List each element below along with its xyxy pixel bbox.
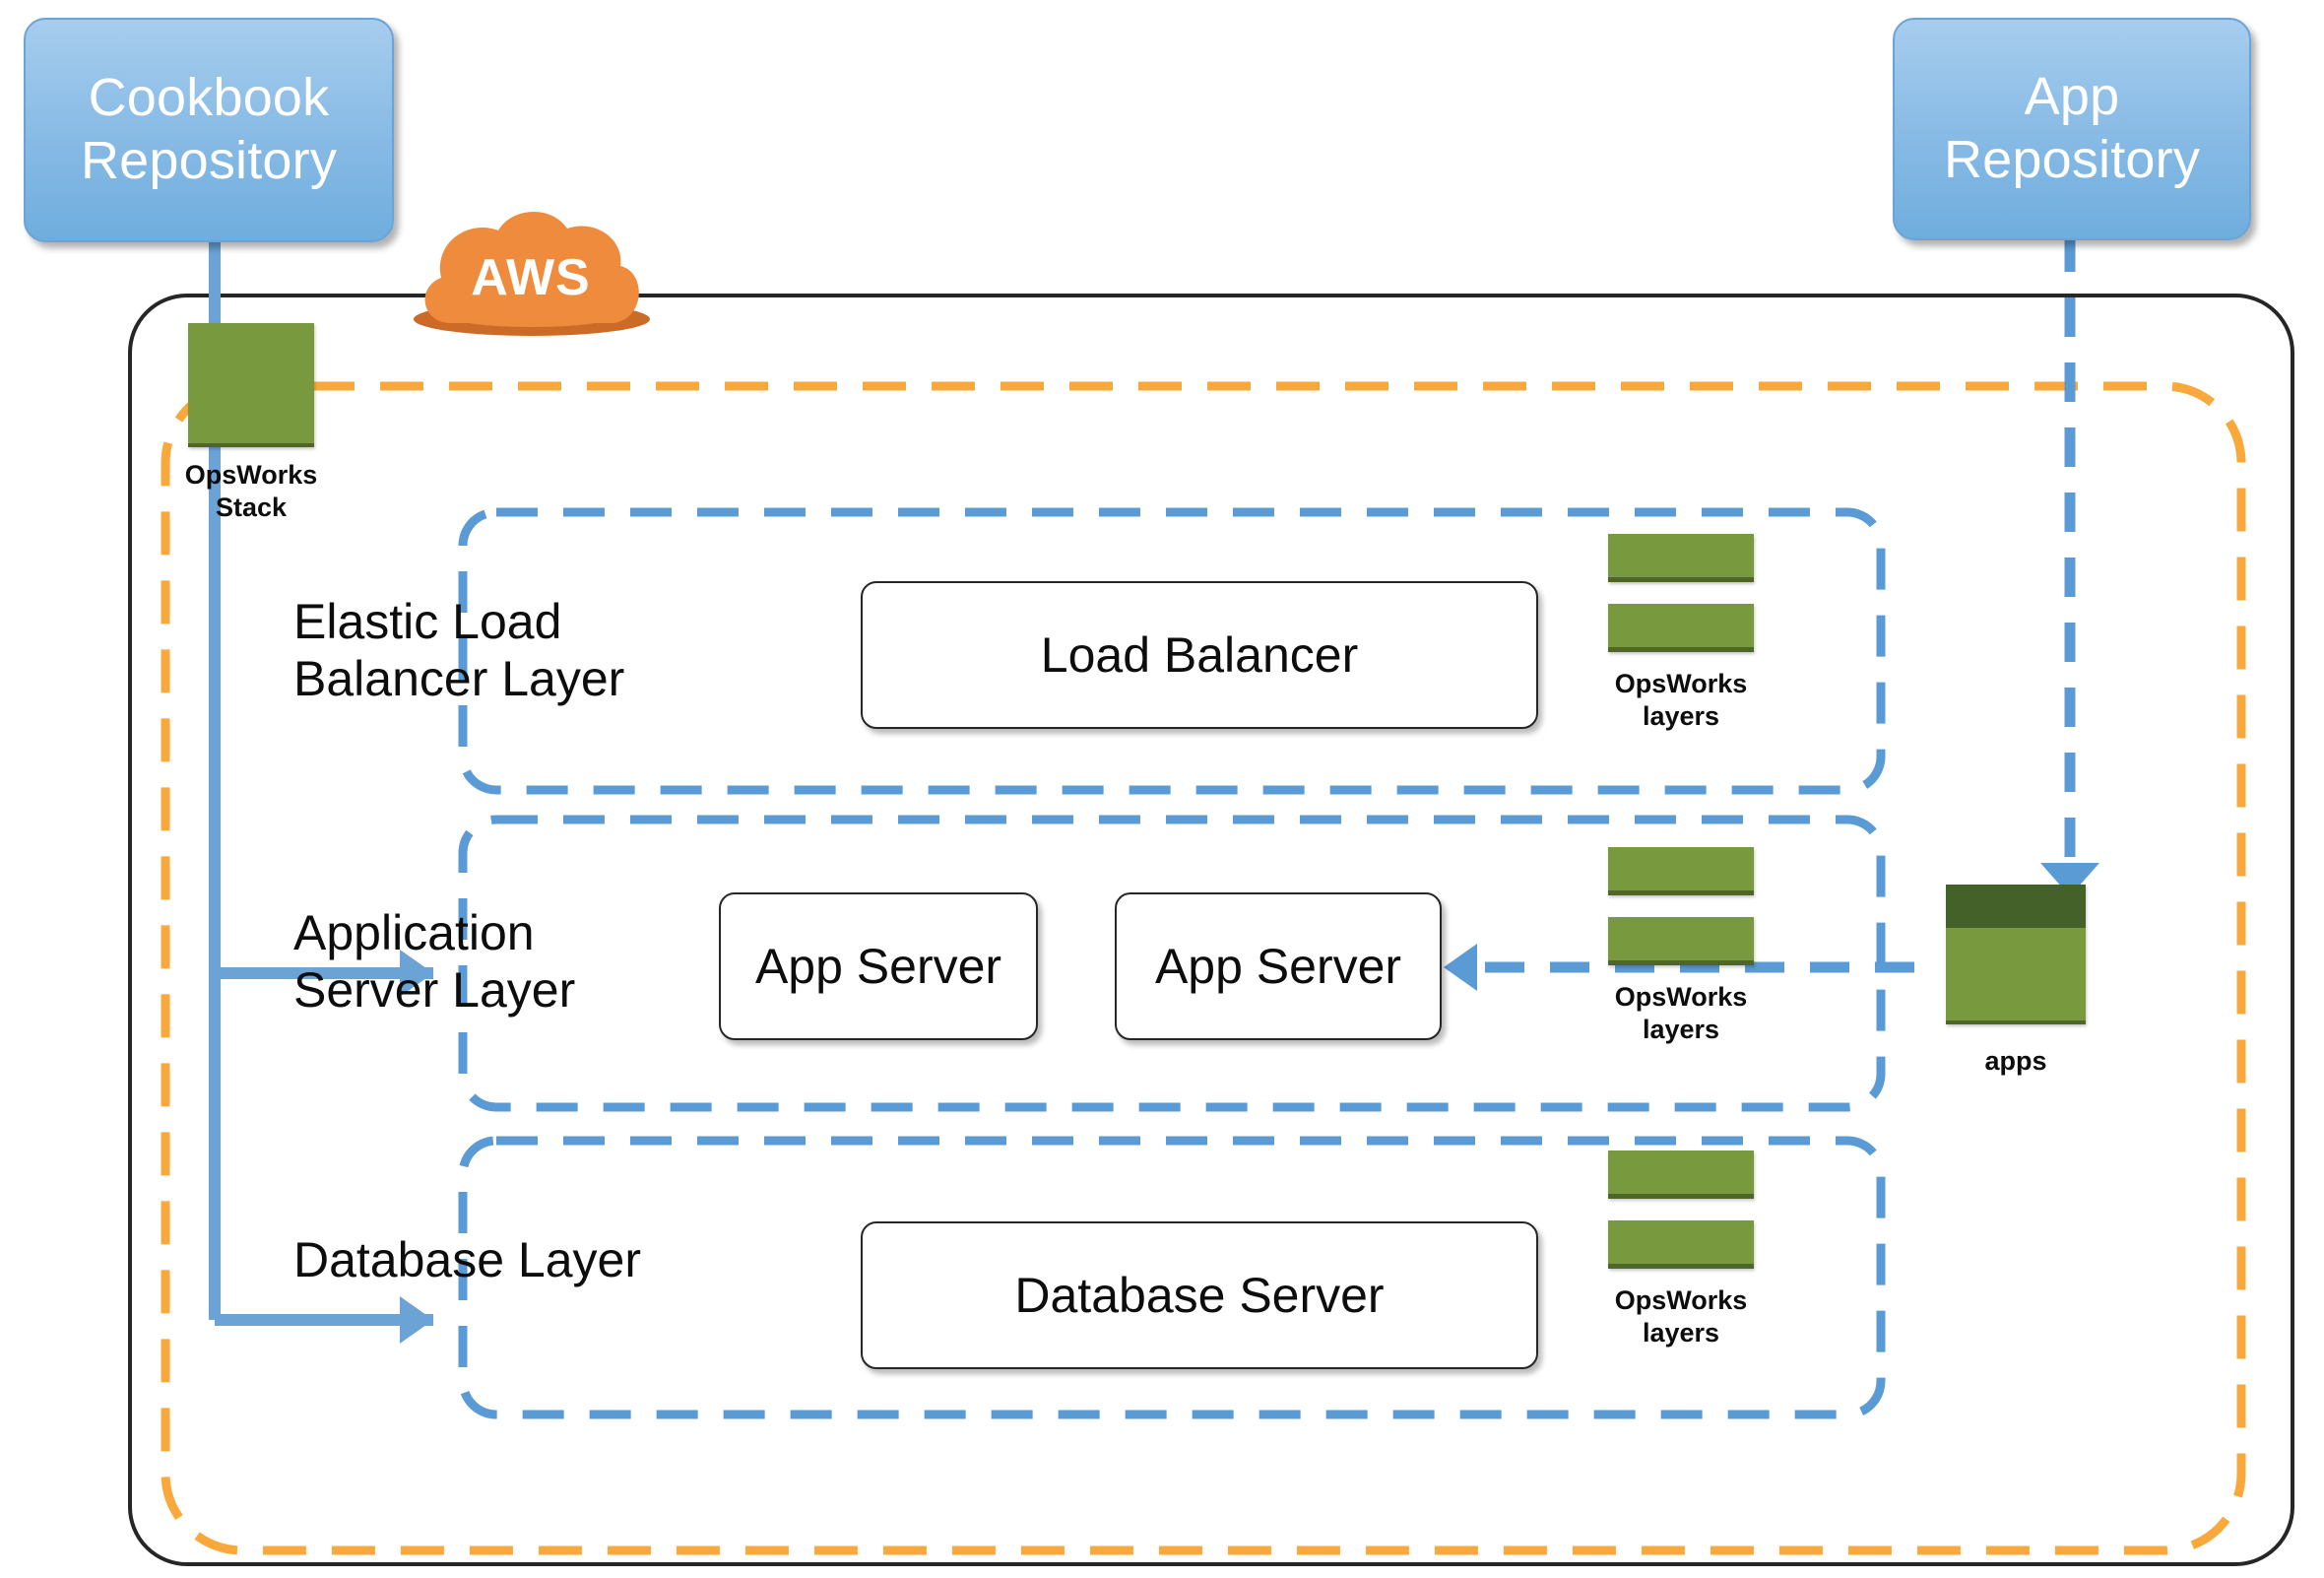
cookbook-repository-node[interactable]: Cookbook Repository xyxy=(24,18,394,242)
opsworks-layer-bar-icon xyxy=(1608,917,1754,965)
apps-group: apps xyxy=(1922,885,2109,1077)
apps-icon xyxy=(1946,885,2086,1024)
app-server-node-2[interactable]: App Server xyxy=(1115,892,1442,1040)
opsworks-layers-label-elb: OpsWorks layers xyxy=(1614,669,1748,731)
opsworks-layer-bar-icon xyxy=(1608,847,1754,895)
aws-cloud-label: AWS xyxy=(471,249,591,306)
app-repository-connector xyxy=(2040,232,2099,896)
diagram-canvas: AWS Cookbook Repository App Repository O… xyxy=(0,0,2324,1578)
aws-cloud-icon: AWS xyxy=(414,209,648,333)
apps-icon-top-band xyxy=(1946,885,2086,928)
opsworks-stack-icon xyxy=(188,323,314,447)
opsworks-layers-group-app: OpsWorks layers xyxy=(1568,847,1794,1046)
layer-title-elastic-load-balancer: Elastic Load Balancer Layer xyxy=(293,594,625,706)
load-balancer-node[interactable]: Load Balancer xyxy=(861,581,1538,729)
apps-label: apps xyxy=(1984,1046,2047,1076)
opsworks-layers-group-elb: OpsWorks layers xyxy=(1568,534,1794,733)
layer-title-application-server: Application Server Layer xyxy=(293,905,576,1018)
opsworks-layer-bar-icon xyxy=(1608,1220,1754,1269)
opsworks-stack-group: OpsWorks Stack xyxy=(138,323,364,524)
app-server-node-1[interactable]: App Server xyxy=(719,892,1038,1040)
opsworks-layer-bar-icon xyxy=(1608,1151,1754,1199)
opsworks-layer-bar-icon xyxy=(1608,534,1754,582)
database-server-node[interactable]: Database Server xyxy=(861,1221,1538,1369)
opsworks-stack-label: OpsWorks Stack xyxy=(184,460,318,522)
opsworks-layers-label-db: OpsWorks layers xyxy=(1614,1285,1748,1348)
opsworks-layers-label-app: OpsWorks layers xyxy=(1614,982,1748,1044)
opsworks-layer-bar-icon xyxy=(1608,604,1754,652)
layer-title-database: Database Layer xyxy=(293,1232,642,1287)
app-repository-node[interactable]: App Repository xyxy=(1893,18,2251,240)
opsworks-layers-group-db: OpsWorks layers xyxy=(1568,1151,1794,1349)
